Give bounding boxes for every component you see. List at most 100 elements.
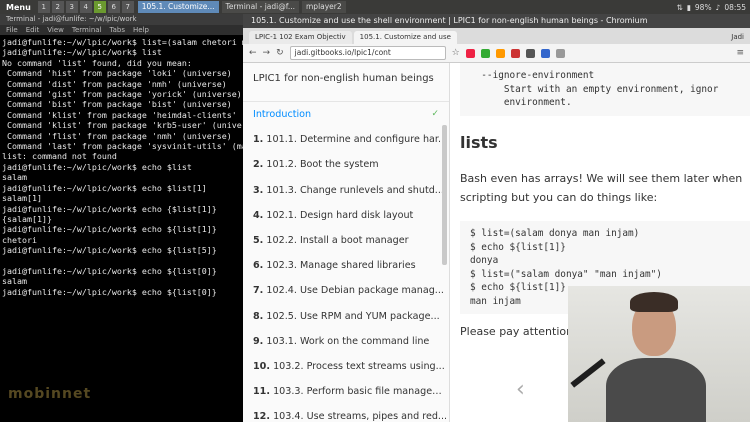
extension-icon[interactable] (540, 48, 550, 58)
taskbar: 105.1. Customize... Terminal - jadi@f... m… (135, 1, 346, 13)
sidebar-item[interactable]: 2. 101.2. Boot the system (243, 152, 449, 177)
sidebar-item[interactable]: 5. 102.2. Install a boot manager (243, 228, 449, 253)
sidebar-item-number: 7. (253, 285, 264, 297)
taskbar-button[interactable]: 105.1. Customize... (137, 1, 219, 13)
watermark-logo: mobinnet (8, 386, 92, 402)
forward-icon[interactable]: → (263, 48, 271, 58)
previous-page-icon[interactable]: ‹ (516, 377, 525, 402)
workspace-1[interactable]: 1 (37, 1, 50, 13)
workspace-switcher: 1234567 (37, 1, 135, 13)
sidebar-item[interactable]: 12. 103.4. Use streams, pipes and red... (243, 404, 449, 422)
sidebar-item[interactable]: 9. 103.1. Work on the command line (243, 329, 449, 354)
sidebar-item-label: 103.2. Process text streams using... (273, 360, 445, 372)
sidebar-item[interactable]: 11. 103.3. Perform basic file managem... (243, 379, 449, 404)
extension-icon[interactable] (465, 48, 475, 58)
sidebar-item-number: 9. (253, 335, 264, 347)
top-panel: Menu 1234567 105.1. Customize... Terminal… (0, 0, 750, 14)
sidebar-item-label: Introduction (253, 109, 312, 120)
workspace-4[interactable]: 4 (79, 1, 92, 13)
sidebar-item-label: 102.4. Use Debian package manag... (266, 285, 444, 297)
battery-icon[interactable]: ▮ (687, 3, 691, 12)
workspace-2[interactable]: 2 (51, 1, 64, 13)
sidebar-item[interactable]: 10. 103.2. Process text streams using... (243, 354, 449, 379)
terminal-menubar: File Edit View Terminal Tabs Help (0, 25, 243, 35)
sidebar-item[interactable]: 1. 101.1. Determine and configure har... (243, 127, 449, 152)
sidebar-item-label: 103.3. Perform basic file managem... (273, 386, 449, 398)
terminal-title: Terminal - jadi@funlife: ~/w/lpic/work (0, 14, 243, 25)
terminal-menu-edit[interactable]: Edit (26, 25, 40, 35)
sidebar-item-number: 1. (253, 134, 264, 146)
section-heading: lists (460, 133, 498, 152)
check-icon: ✓ (431, 109, 439, 119)
terminal-output[interactable]: jadi@funlife:~/w/lpic/work$ list=(salam … (0, 35, 243, 297)
workspace-3[interactable]: 3 (65, 1, 78, 13)
sidebar-item[interactable]: 6. 102.3. Manage shared libraries (243, 253, 449, 278)
network-icon[interactable]: ⇅ (676, 3, 682, 12)
volume-icon[interactable]: ♪ (716, 3, 721, 12)
browser-window-title: 105.1. Customize and use the shell envir… (243, 14, 750, 28)
book-title[interactable]: LPIC1 for non-english human beings (243, 63, 449, 102)
sidebar-item-number: 6. (253, 260, 264, 272)
back-icon[interactable]: ← (249, 48, 257, 58)
bookmark-star-icon[interactable]: ☆ (452, 48, 460, 58)
book-sidebar: LPIC1 for non-english human beings Intro… (243, 63, 450, 422)
clock[interactable]: 08:55 (724, 3, 746, 12)
presenter-hair (630, 292, 678, 312)
sidebar-item-number: 12. (253, 411, 270, 422)
browser-toolbar: ← → ↻ jadi.gitbooks.io/lpic1/cont ☆ ≡ (243, 44, 750, 63)
sidebar-item-label: 101.3. Change runlevels and shutd... (266, 184, 444, 196)
terminal-window[interactable]: Terminal - jadi@funlife: ~/w/lpic/work F… (0, 14, 243, 422)
menu-label: Menu (6, 2, 31, 12)
terminal-menu-view[interactable]: View (47, 25, 64, 35)
taskbar-button[interactable]: mplayer2 (302, 1, 346, 13)
sidebar-item[interactable]: 8. 102.5. Use RPM and YUM package... (243, 304, 449, 329)
sidebar-item-label: 102.3. Manage shared libraries (266, 260, 416, 272)
sidebar-item-number: 3. (253, 184, 264, 196)
browser-tab[interactable]: LPIC-1 102 Exam Objectiv (249, 31, 352, 44)
system-tray: ⇅ ▮ 98% ♪ 08:55 (676, 3, 750, 12)
sidebar-item-label: 102.5. Use RPM and YUM package... (266, 310, 440, 322)
sidebar-item-number: 8. (253, 310, 264, 322)
sidebar-item[interactable]: 7. 102.4. Use Debian package manag... (243, 278, 449, 303)
battery-level: 98% (694, 2, 712, 12)
menu-button[interactable]: Menu (0, 3, 37, 12)
paragraph: Bash even has arrays! We will see them l… (460, 172, 743, 204)
profile-button[interactable]: Jadi (725, 31, 750, 44)
sidebar-item-label: 103.1. Work on the command line (266, 335, 430, 347)
browser-menu-icon[interactable]: ≡ (736, 48, 744, 58)
sidebar-item-label: 103.4. Use streams, pipes and red... (273, 411, 448, 422)
browser-tab[interactable]: 105.1. Customize and use (353, 31, 457, 44)
sidebar-item-label: 101.1. Determine and configure har... (266, 134, 448, 146)
presenter-body (606, 358, 706, 422)
sidebar-item-introduction[interactable]: Introduction ✓ (243, 102, 449, 127)
sidebar-item-number: 4. (253, 209, 264, 221)
sidebar-item-number: 5. (253, 234, 264, 246)
sidebar-item[interactable]: 3. 101.3. Change runlevels and shutd... (243, 178, 449, 203)
sidebar-item-label: 101.2. Boot the system (266, 159, 379, 171)
code-block: --ignore-environment Start with an empty… (460, 63, 750, 116)
extension-icon[interactable] (555, 48, 565, 58)
extension-icon[interactable] (495, 48, 505, 58)
taskbar-button[interactable]: Terminal - jadi@f... (221, 1, 299, 13)
terminal-menu-help[interactable]: Help (133, 25, 149, 35)
microphone-icon (570, 358, 606, 388)
sidebar-item-number: 2. (253, 159, 264, 171)
terminal-menu-tabs[interactable]: Tabs (110, 25, 126, 35)
paragraph: Please pay attention t (460, 325, 581, 338)
sidebar-item-number: 11. (253, 386, 270, 398)
sidebar-item[interactable]: 4. 102.1. Design hard disk layout (243, 203, 449, 228)
address-bar[interactable]: jadi.gitbooks.io/lpic1/cont (289, 46, 446, 60)
extension-icon[interactable] (480, 48, 490, 58)
workspace-6[interactable]: 6 (107, 1, 120, 13)
extension-icon[interactable] (510, 48, 520, 58)
sidebar-item-label: 102.2. Install a boot manager (266, 234, 409, 246)
reload-icon[interactable]: ↻ (276, 48, 284, 58)
terminal-menu-file[interactable]: File (6, 25, 18, 35)
terminal-menu-terminal[interactable]: Terminal (72, 25, 102, 35)
workspace-7[interactable]: 7 (121, 1, 134, 13)
workspace-5[interactable]: 5 (93, 1, 106, 13)
sidebar-item-label: 102.1. Design hard disk layout (266, 209, 414, 221)
sidebar-scrollbar[interactable] (442, 125, 447, 265)
extension-icon[interactable] (525, 48, 535, 58)
webcam-overlay (568, 286, 750, 422)
